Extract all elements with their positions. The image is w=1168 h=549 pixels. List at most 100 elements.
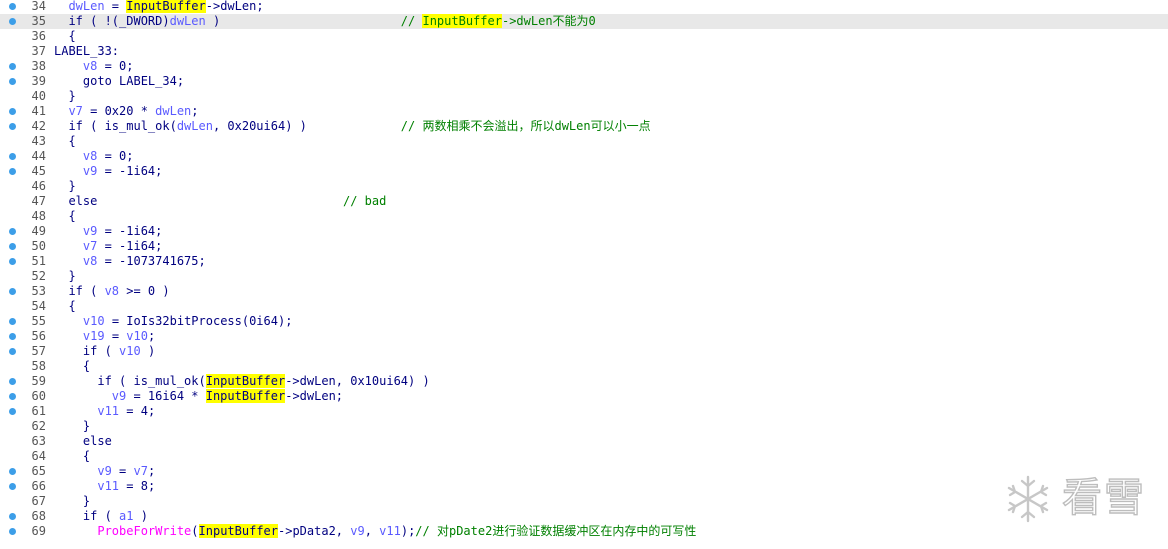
code-text[interactable]: if ( is_mul_ok(dwLen, 0x20ui64) ) // 两数相…: [54, 119, 650, 134]
code-text[interactable]: v7 = -1i64;: [54, 239, 162, 254]
code-text[interactable]: v11 = 4;: [54, 404, 155, 419]
breakpoint-dot-icon[interactable]: [9, 243, 16, 250]
code-text[interactable]: v8 = -1073741675;: [54, 254, 206, 269]
code-text[interactable]: {: [54, 134, 75, 149]
code-line[interactable]: 38 v8 = 0;: [0, 59, 1168, 74]
code-text[interactable]: v11 = 8;: [54, 479, 155, 494]
code-line[interactable]: 60 v9 = 16i64 * InputBuffer->dwLen;: [0, 389, 1168, 404]
code-line[interactable]: 56 v19 = v10;: [0, 329, 1168, 344]
code-text[interactable]: v7 = 0x20 * dwLen;: [54, 104, 198, 119]
code-line[interactable]: 63 else: [0, 434, 1168, 449]
code-line[interactable]: 45 v9 = -1i64;: [0, 164, 1168, 179]
code-text[interactable]: LABEL_33:: [54, 44, 119, 59]
code-text[interactable]: if ( is_mul_ok(InputBuffer->dwLen, 0x10u…: [54, 374, 430, 389]
code-text[interactable]: goto LABEL_34;: [54, 74, 184, 89]
code-line[interactable]: 34 dwLen = InputBuffer->dwLen;: [0, 0, 1168, 14]
code-text[interactable]: dwLen = InputBuffer->dwLen;: [54, 0, 264, 14]
code-line[interactable]: 67 }: [0, 494, 1168, 509]
breakpoint-dot-icon[interactable]: [9, 528, 16, 535]
code-line[interactable]: 46 }: [0, 179, 1168, 194]
code-text[interactable]: {: [54, 449, 90, 464]
code-line[interactable]: 41 v7 = 0x20 * dwLen;: [0, 104, 1168, 119]
code-text[interactable]: if ( a1 ): [54, 509, 148, 524]
code-text[interactable]: v8 = 0;: [54, 59, 134, 74]
line-number: 34: [31, 0, 46, 13]
code-line[interactable]: 66 v11 = 8;: [0, 479, 1168, 494]
breakpoint-dot-icon[interactable]: [9, 483, 16, 490]
code-line[interactable]: 36 {: [0, 29, 1168, 44]
breakpoint-dot-icon[interactable]: [9, 168, 16, 175]
breakpoint-dot-icon[interactable]: [9, 78, 16, 85]
code-line[interactable]: 37 LABEL_33:: [0, 44, 1168, 59]
code-text[interactable]: ProbeForWrite(InputBuffer->pData2, v9, v…: [54, 524, 696, 539]
code-text[interactable]: if ( v8 >= 0 ): [54, 284, 169, 299]
breakpoint-dot-icon[interactable]: [9, 468, 16, 475]
code-token: else: [54, 434, 112, 448]
code-text[interactable]: v10 = IoIs32bitProcess(0i64);: [54, 314, 293, 329]
code-line[interactable]: 49 v9 = -1i64;: [0, 224, 1168, 239]
line-number: 69: [31, 524, 46, 538]
breakpoint-dot-icon[interactable]: [9, 108, 16, 115]
code-text[interactable]: else // bad: [54, 194, 386, 209]
code-text[interactable]: {: [54, 29, 76, 44]
code-line[interactable]: 47 else // bad: [0, 194, 1168, 209]
code-text[interactable]: }: [54, 419, 90, 434]
breakpoint-dot-icon[interactable]: [9, 288, 16, 295]
code-line[interactable]: 48 {: [0, 209, 1168, 224]
code-line[interactable]: 54 {: [0, 299, 1168, 314]
code-line[interactable]: 62 }: [0, 419, 1168, 434]
code-line[interactable]: 53 if ( v8 >= 0 ): [0, 284, 1168, 299]
breakpoint-dot-icon[interactable]: [9, 18, 16, 25]
code-text[interactable]: else: [54, 434, 112, 449]
breakpoint-dot-icon[interactable]: [9, 258, 16, 265]
code-text[interactable]: }: [54, 494, 90, 509]
breakpoint-dot-icon[interactable]: [9, 153, 16, 160]
code-text[interactable]: v19 = v10;: [54, 329, 155, 344]
code-text[interactable]: v9 = 16i64 * InputBuffer->dwLen;: [54, 389, 343, 404]
code-line[interactable]: 52 }: [0, 269, 1168, 284]
code-line[interactable]: 64 {: [0, 449, 1168, 464]
code-text[interactable]: }: [54, 179, 75, 194]
code-line[interactable]: 40 }: [0, 89, 1168, 104]
pseudocode-editor[interactable]: 34 dwLen = InputBuffer->dwLen; 35 if ( !(…: [0, 0, 1168, 549]
breakpoint-dot-icon[interactable]: [9, 513, 16, 520]
code-line[interactable]: 51 v8 = -1073741675;: [0, 254, 1168, 269]
breakpoint-dot-icon[interactable]: [9, 123, 16, 130]
code-line[interactable]: 69 ProbeForWrite(InputBuffer->pData2, v9…: [0, 524, 1168, 539]
code-text[interactable]: v9 = -1i64;: [54, 164, 162, 179]
code-text[interactable]: {: [54, 359, 90, 374]
code-text[interactable]: if ( v10 ): [54, 344, 155, 359]
breakpoint-dot-icon[interactable]: [9, 3, 16, 10]
code-line[interactable]: 68 if ( a1 ): [0, 509, 1168, 524]
code-text[interactable]: v8 = 0;: [54, 149, 134, 164]
code-text[interactable]: v9 = -1i64;: [54, 224, 162, 239]
breakpoint-dot-icon[interactable]: [9, 318, 16, 325]
code-line[interactable]: 43 {: [0, 134, 1168, 149]
breakpoint-dot-icon[interactable]: [9, 228, 16, 235]
code-line[interactable]: 39 goto LABEL_34;: [0, 74, 1168, 89]
code-line[interactable]: 35 if ( !(_DWORD)dwLen ) // InputBuffer-…: [0, 14, 1168, 29]
code-line[interactable]: 59 if ( is_mul_ok(InputBuffer->dwLen, 0x…: [0, 374, 1168, 389]
breakpoint-dot-icon[interactable]: [9, 348, 16, 355]
code-line[interactable]: 57 if ( v10 ): [0, 344, 1168, 359]
breakpoint-dot-icon[interactable]: [9, 63, 16, 70]
breakpoint-dot-icon[interactable]: [9, 333, 16, 340]
code-line[interactable]: 58 {: [0, 359, 1168, 374]
code-line[interactable]: 42 if ( is_mul_ok(dwLen, 0x20ui64) ) // …: [0, 119, 1168, 134]
code-line[interactable]: 50 v7 = -1i64;: [0, 239, 1168, 254]
code-text[interactable]: {: [54, 209, 75, 224]
code-text[interactable]: }: [54, 89, 75, 104]
code-line[interactable]: 61 v11 = 4;: [0, 404, 1168, 419]
code-text[interactable]: v9 = v7;: [54, 464, 155, 479]
code-text[interactable]: {: [54, 299, 75, 314]
code-line[interactable]: 65 v9 = v7;: [0, 464, 1168, 479]
code-text[interactable]: }: [54, 269, 75, 284]
code-token: {: [54, 29, 76, 43]
code-line[interactable]: 44 v8 = 0;: [0, 149, 1168, 164]
code-line[interactable]: 55 v10 = IoIs32bitProcess(0i64);: [0, 314, 1168, 329]
breakpoint-dot-icon[interactable]: [9, 393, 16, 400]
breakpoint-dot-icon[interactable]: [9, 378, 16, 385]
code-text[interactable]: if ( !(_DWORD)dwLen ) // InputBuffer->dw…: [54, 14, 596, 29]
breakpoint-dot-icon[interactable]: [9, 408, 16, 415]
